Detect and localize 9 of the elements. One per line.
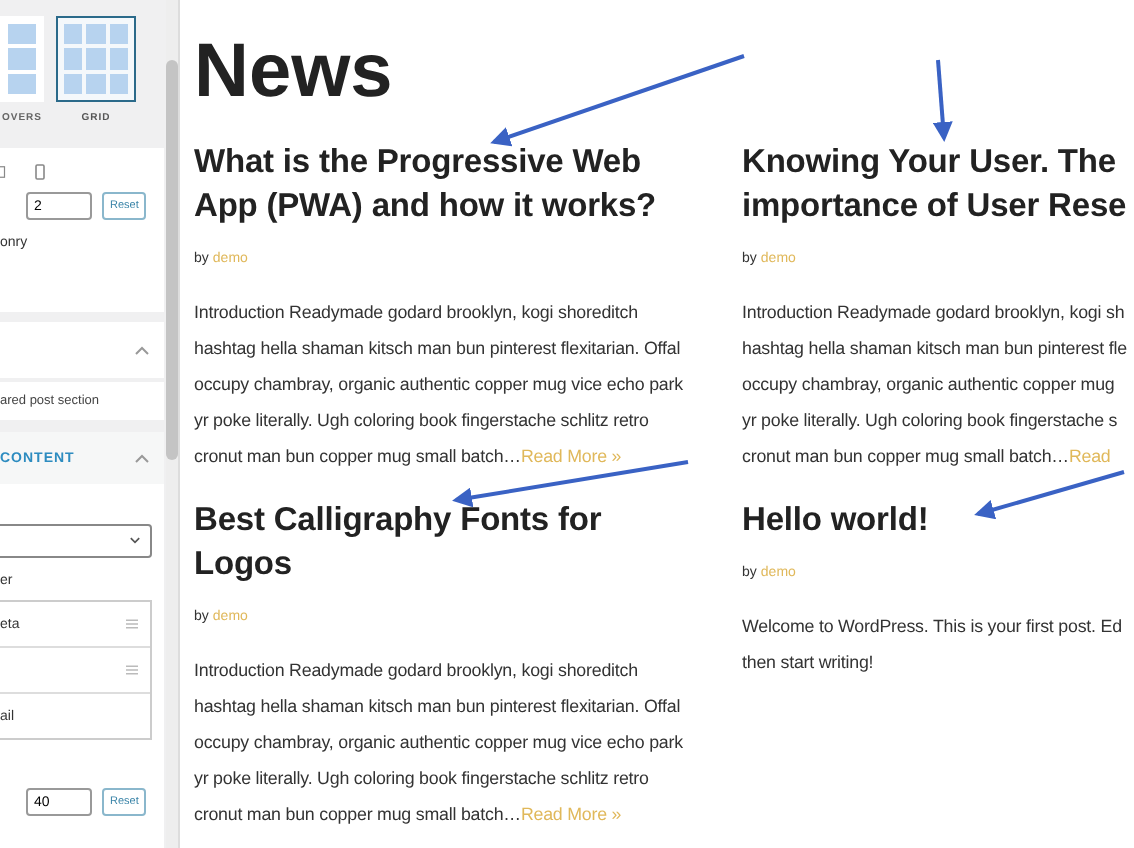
page-title: News [194, 28, 393, 116]
post-excerpt: Introduction Readymade godard brooklyn, kogi shoreditch hashtag hella shaman kitsch man bun pinterest flexitarian. Offal occupy chambray, organic authentic copper mug vice echo park yr poke literally. Ugh coloring book fingerstache schlitz retro cronut man bun copper mug small batch…Read More » [194, 300, 683, 470]
post-excerpt: Introduction Readymade godard brooklyn, kogi sh hashtag hella shaman kitsch man bun pinterest fle occupy chambray, organic authentic copper mug yr poke literally. Ugh coloring book fingerstache s cronut man bun copper mug small batch…Read [742, 300, 1127, 470]
post-excerpt: Welcome to WordPress. This is your first post. Ed then start writing! [742, 614, 1122, 676]
post-title[interactable]: What is the Progressive Web App (PWA) and how it works? [194, 140, 657, 228]
post-title[interactable]: Knowing Your User. The importance of User Rese [742, 140, 1127, 228]
post-title[interactable]: Hello world! [742, 498, 929, 542]
post-excerpt: Introduction Readymade godard brooklyn, kogi shoreditch hashtag hella shaman kitsch man bun pinterest flexitarian. Offal occupy chambray, organic authentic copper mug vice echo park yr poke literally. Ugh coloring book fingerstache schlitz retro cronut man bun copper mug small batch…Read More » [194, 658, 683, 828]
post-title[interactable]: Best Calligraphy Fonts for Logos [194, 498, 602, 586]
